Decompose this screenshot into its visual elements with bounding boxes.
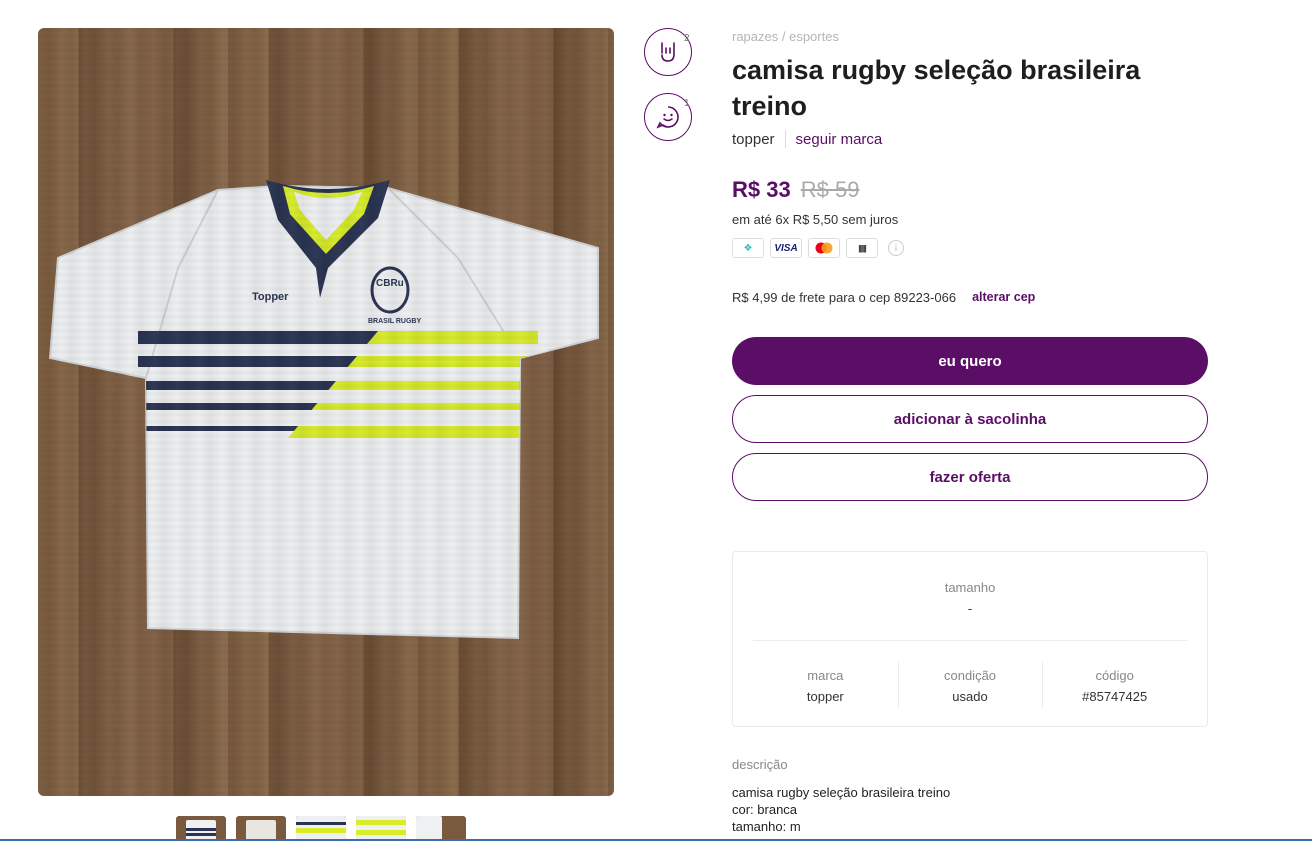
divider	[753, 640, 1187, 641]
breadcrumb[interactable]: rapazes / esportes	[732, 29, 839, 44]
buy-button[interactable]: eu quero	[732, 337, 1208, 385]
rock-hand-icon	[661, 42, 675, 62]
thumbnail-4[interactable]	[356, 816, 406, 841]
make-offer-button[interactable]: fazer oferta	[732, 453, 1208, 501]
original-price: R$ 59	[800, 177, 860, 202]
description-line: camisa rugby seleção brasileira treino	[732, 785, 951, 800]
like-count: 2	[684, 33, 690, 44]
condition-value: usado	[952, 689, 988, 704]
code-cell: código #85747425	[1042, 662, 1187, 708]
brand-value: topper	[806, 689, 844, 704]
svg-text:Topper: Topper	[252, 291, 289, 303]
price-row: R$ 33 R$ 59	[732, 177, 859, 203]
code-label: código	[1095, 668, 1134, 683]
svg-text:BRASIL RUGBY: BRASIL RUGBY	[368, 318, 421, 325]
svg-text:CBRu: CBRu	[376, 278, 404, 289]
condition-label: condição	[943, 668, 997, 683]
size-label: tamanho	[944, 580, 996, 595]
thumbnail-5[interactable]	[416, 816, 466, 841]
meta-row: marca topper condição usado código #8574…	[753, 662, 1187, 708]
brand-link[interactable]: topper	[732, 131, 775, 148]
payment-methods: ❖ VISA |||||| i	[732, 238, 904, 258]
size-value: -	[967, 601, 973, 616]
condition-cell: condição usado	[897, 662, 1043, 708]
pix-icon: ❖	[732, 238, 764, 258]
current-price: R$ 33	[732, 177, 791, 202]
chat-smile-icon	[656, 106, 679, 129]
description-text: camisa rugby seleção brasileira treino c…	[732, 784, 950, 835]
comment-count: 1	[684, 98, 690, 109]
follow-brand-link[interactable]: seguir marca	[796, 131, 883, 148]
description-line: tamanho: m	[732, 819, 801, 834]
product-title: camisa rugby seleção brasileira treino	[732, 55, 1141, 121]
description-label: descrição	[732, 757, 788, 772]
thumbnail-3[interactable]	[296, 816, 346, 841]
product-photo[interactable]: Topper CBRu BRASIL RUGBY	[38, 28, 614, 796]
shirt-illustration: Topper CBRu BRASIL RUGBY	[48, 180, 599, 640]
installments-text: em até 6x R$ 5,50 sem juros	[732, 212, 899, 227]
visa-icon: VISA	[770, 238, 802, 258]
mastercard-icon	[808, 238, 840, 258]
brand-cell: marca topper	[753, 662, 898, 704]
change-cep-link[interactable]: alterar cep	[972, 290, 1035, 305]
brand-label: marca	[807, 668, 844, 683]
brand-row: topper seguir marca	[732, 130, 882, 148]
shipping-row: R$ 4,99 de frete para o cep 89223-066 al…	[732, 290, 1035, 305]
thumbnail-strip	[176, 816, 466, 841]
shipping-text: R$ 4,99 de frete para o cep 89223-066	[732, 290, 957, 305]
size-block: tamanho -	[733, 580, 1207, 616]
code-value: #85747425	[1082, 689, 1148, 704]
description-line: cor: branca	[732, 802, 798, 817]
add-to-bag-button[interactable]: adicionar à sacolinha	[732, 395, 1208, 443]
info-icon[interactable]: i	[888, 240, 904, 256]
boleto-icon: ||||||	[846, 238, 878, 258]
thumbnail-2[interactable]	[236, 816, 286, 841]
thumbnail-1[interactable]	[176, 816, 226, 841]
product-details: tamanho - marca topper condição usado có…	[732, 551, 1208, 727]
divider	[784, 130, 786, 148]
